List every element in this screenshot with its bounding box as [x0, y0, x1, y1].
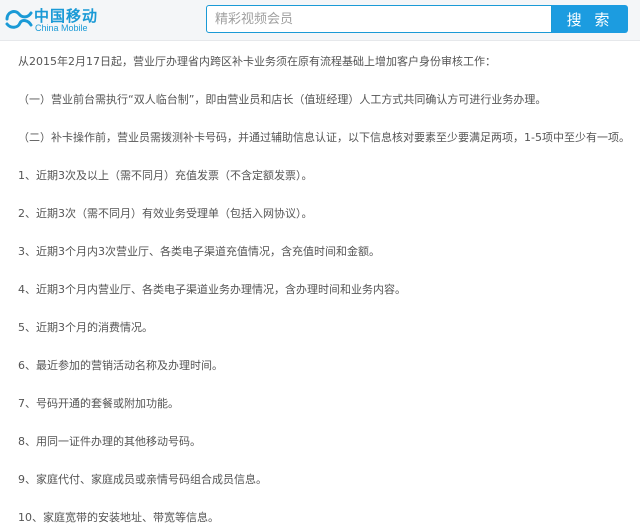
article-list-item: 4、近期3个月内营业厅、各类电子渠道业务办理情况，含办理时间和业务内容。 [18, 283, 406, 296]
search-input[interactable] [206, 5, 552, 33]
article-list-item: 1、近期3次及以上（需不同月）充值发票（不含定额发票）。 [18, 169, 313, 182]
article-paragraph-intro: 从2015年2月17日起，营业厅办理省内跨区补卡业务须在原有流程基础上增加客户身… [18, 55, 496, 68]
article-list-item: 2、近期3次（需不同月）有效业务受理单（包括入网协议）。 [18, 207, 313, 220]
article-paragraph-rule-1: （一）营业前台需执行“双人临台制”，即由营业员和店长（值班经理）人工方式共同确认… [18, 93, 547, 106]
top-header: 中国移动 China Mobile 搜 索 [0, 0, 640, 41]
article-list-item: 6、最近参加的营销活动名称及办理时间。 [18, 359, 223, 372]
article-list-item: 9、家庭代付、家庭成员或亲情号码组合成员信息。 [18, 473, 267, 486]
header-background-texture [130, 6, 200, 34]
article-paragraph-rule-2: （二）补卡操作前，营业员需拨测补卡号码，并通过辅助信息认证，以下信息核对要素至少… [18, 131, 630, 144]
china-mobile-logo-icon [5, 10, 33, 29]
article-list-item: 7、号码开通的套餐或附加功能。 [18, 397, 179, 410]
article-list-item: 10、家庭宽带的安装地址、带宽等信息。 [18, 511, 219, 524]
article-list-item: 5、近期3个月的消费情况。 [18, 321, 153, 334]
china-mobile-logo[interactable]: 中国移动 China Mobile [4, 3, 124, 35]
article-list-item: 3、近期3个月内3次营业厅、各类电子渠道充值情况，含充值时间和金额。 [18, 245, 380, 258]
article-list-item: 8、用同一证件办理的其他移动号码。 [18, 435, 201, 448]
logo-english-name: China Mobile [35, 23, 88, 33]
search-button[interactable]: 搜 索 [552, 5, 628, 33]
article-content: 从2015年2月17日起，营业厅办理省内跨区补卡业务须在原有流程基础上增加客户身… [18, 53, 634, 530]
